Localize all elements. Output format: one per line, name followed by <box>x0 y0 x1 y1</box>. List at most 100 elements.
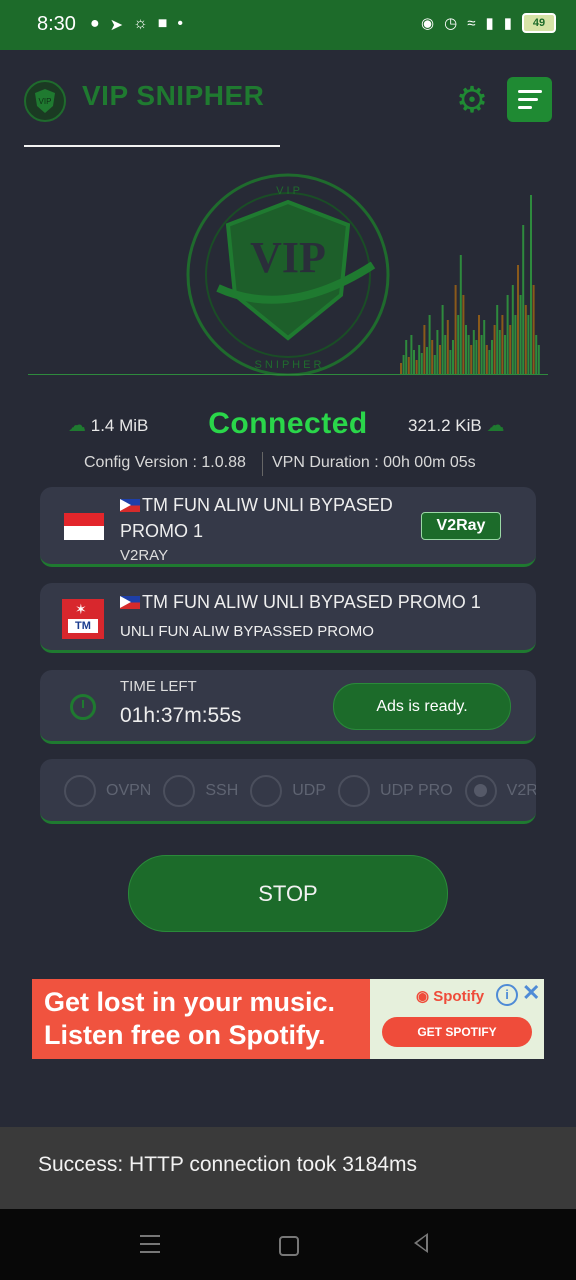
ads-ready-button[interactable]: Ads is ready. <box>333 683 511 730</box>
speed-bar <box>413 350 415 375</box>
speed-bar <box>506 295 509 375</box>
back-icon[interactable] <box>414 1233 428 1253</box>
toast-text: Success: HTTP connection took 3184ms <box>38 1153 417 1176</box>
get-spotify-button[interactable]: GET SPOTIFY <box>382 1017 532 1047</box>
speed-bar <box>452 340 454 375</box>
spotify-icon: ◉ <box>416 988 430 1005</box>
speed-bar <box>522 225 525 375</box>
svg-text:VIP: VIP <box>250 233 326 282</box>
speed-bar <box>457 315 460 375</box>
speed-bar <box>527 315 530 375</box>
traffic-graph: VIP V I P S N I P H E R <box>186 173 540 376</box>
svg-text:VIP: VIP <box>39 97 52 106</box>
vpn-duration: VPN Duration : 00h 00m 05s <box>272 454 476 471</box>
speed-bar <box>459 255 462 375</box>
recents-icon[interactable] <box>140 1235 160 1253</box>
upload-value: 321.2 KiB <box>408 416 482 435</box>
speed-bar <box>431 340 434 375</box>
speed-bar <box>501 315 504 375</box>
vip-emblem-icon: VIP V I P S N I P H E R <box>186 173 390 376</box>
speed-bar <box>402 355 405 375</box>
protocol-radio-udp-pro[interactable] <box>338 775 371 807</box>
speed-bar <box>418 345 421 375</box>
payload-subtitle: UNLI FUN ALIW BYPASSED PROMO <box>120 623 374 640</box>
speed-bar <box>467 335 470 375</box>
protocol-radio-group: OVPN SSH UDP UDP PRO V2Ray <box>64 775 536 807</box>
session-info: Config Version : 1.0.88 VPN Duration : 0… <box>0 452 576 478</box>
speed-bar <box>407 357 410 375</box>
speed-bar <box>420 353 423 375</box>
speed-bar <box>491 340 493 375</box>
speed-bar <box>439 345 441 375</box>
speed-bar <box>483 320 486 375</box>
speed-bar <box>436 330 439 375</box>
speed-bar <box>496 305 499 375</box>
philippines-flag-icon <box>120 499 140 512</box>
home-icon[interactable] <box>279 1236 299 1256</box>
protocol-radio-v2ray[interactable] <box>464 775 497 807</box>
speed-bar <box>441 305 444 375</box>
ad-text-panel[interactable]: Get lost in your music. Listen free on S… <box>32 979 370 1059</box>
speed-bar <box>514 315 517 375</box>
upload-stat: 321.2 KiB ☁ <box>408 415 504 436</box>
telegram-icon: ➤ <box>109 17 124 34</box>
protocol-radio-ssh[interactable] <box>163 775 196 807</box>
server-title: TM FUN ALIW UNLI BYPASED PROMO 1 <box>120 495 393 541</box>
stop-button[interactable]: STOP <box>128 855 448 932</box>
time-left-label: TIME LEFT <box>120 678 197 695</box>
ad-info-icon[interactable]: i <box>496 984 518 1006</box>
status-time: 8:30 <box>37 13 76 35</box>
speed-bar <box>478 315 480 375</box>
speed-bar <box>472 330 475 375</box>
graph-baseline <box>28 374 548 375</box>
payload-selector[interactable]: ✶ TM TM FUN ALIW UNLI BYPASED PROMO 1 UN… <box>40 583 536 653</box>
status-bar: 8:30 ● ➤ ☼ ■ • ◉ ◷ ≈ ▮ ▮ 49 <box>0 0 576 50</box>
ad-close-icon[interactable]: ✕ <box>522 980 540 1006</box>
alarm-icon: ◷ <box>444 15 458 32</box>
cloud-upload-icon: ☁ <box>486 415 505 435</box>
speed-bar <box>509 325 512 375</box>
speed-bar <box>498 330 501 375</box>
time-left-value: 01h:37m:55s <box>120 704 242 727</box>
svg-text:S N I P H E R: S N I P H E R <box>254 359 321 371</box>
server-selector[interactable]: TM FUN ALIW UNLI BYPASED PROMO 1 V2RAY V… <box>40 487 536 567</box>
protocol-radio-ovpn[interactable] <box>64 775 96 807</box>
svg-text:V I P: V I P <box>276 185 300 197</box>
speed-bar <box>485 345 488 375</box>
speed-bar <box>524 305 527 375</box>
speed-bar <box>449 350 452 375</box>
speed-bar <box>444 335 447 375</box>
speed-bar <box>475 340 478 375</box>
protocol-label: OVPN <box>106 782 152 799</box>
signal-icon: ▮ <box>485 15 494 32</box>
menu-button[interactable] <box>507 77 552 122</box>
speed-bar <box>428 315 431 375</box>
server-subtitle: V2RAY <box>120 547 169 564</box>
divider <box>262 452 263 476</box>
speed-bar <box>465 325 467 375</box>
settings-gear-icon[interactable]: ⚙ <box>452 80 492 120</box>
speed-bars <box>400 195 540 375</box>
ad-line-1: Get lost in your music. <box>44 987 336 1017</box>
speed-bar <box>537 345 540 375</box>
system-nav-bar <box>0 1209 576 1280</box>
traffic-stats: ☁ 1.4 MiB Connected 321.2 KiB ☁ <box>0 405 576 445</box>
protocol-badge: V2Ray <box>421 512 501 540</box>
speed-bar <box>488 350 491 375</box>
ad-banner[interactable]: Get lost in your music. Listen free on S… <box>32 979 544 1059</box>
payload-title: TM FUN ALIW UNLI BYPASED PROMO 1 <box>120 592 481 613</box>
philippines-flag-icon <box>120 596 140 609</box>
clock-icon <box>70 694 96 720</box>
wifi-icon: ≈ <box>467 14 476 32</box>
ad-cta-panel: ◉ Spotify i ✕ GET SPOTIFY <box>370 979 544 1059</box>
tm-logo-icon: ✶ TM <box>62 599 104 639</box>
speed-bar <box>426 347 428 375</box>
shield-logo-icon: VIP <box>35 89 55 113</box>
discord-icon: ● <box>90 15 100 32</box>
protocol-radio-udp[interactable] <box>250 775 283 807</box>
battery-icon: 49 <box>522 13 556 33</box>
toast-message: Success: HTTP connection took 3184ms <box>0 1127 576 1209</box>
speed-bar <box>480 335 483 375</box>
speed-bar <box>410 335 413 375</box>
speed-bar <box>493 325 496 375</box>
